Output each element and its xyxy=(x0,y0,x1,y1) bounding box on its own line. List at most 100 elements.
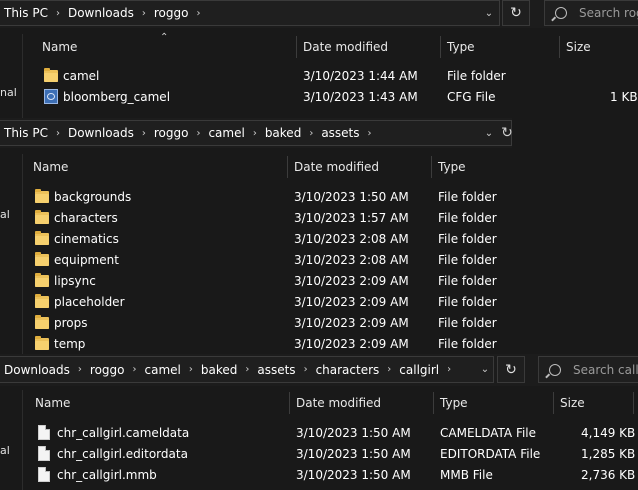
folder-row[interactable]: temp 3/10/2023 2:09 AM File folder xyxy=(24,333,512,354)
folder-icon xyxy=(35,272,49,287)
column-divider[interactable] xyxy=(553,392,554,414)
nav-pane-divider[interactable] xyxy=(22,34,23,118)
column-header-type[interactable]: Type xyxy=(440,390,468,416)
breadcrumb-roggo[interactable]: roggo xyxy=(90,363,125,377)
date-modified: 3/10/2023 2:08 AM xyxy=(294,252,409,267)
column-divider[interactable] xyxy=(287,156,288,178)
file-name: chr_callgirl.mmb xyxy=(57,467,157,482)
chevron-right-icon[interactable]: › xyxy=(387,364,391,375)
search-icon xyxy=(555,7,567,19)
folder-icon xyxy=(35,209,49,224)
address-bar[interactable]: This PC › Downloads › roggo › xyxy=(0,0,500,26)
date-modified: 3/10/2023 2:08 AM xyxy=(294,231,409,246)
folder-name: lipsync xyxy=(54,273,96,288)
folder-icon xyxy=(35,314,49,329)
chevron-right-icon[interactable]: › xyxy=(142,128,146,139)
folder-icon xyxy=(35,293,49,308)
refresh-icon[interactable]: ↻ xyxy=(496,120,512,146)
nav-pane-label[interactable]: al xyxy=(0,208,22,221)
breadcrumb-baked[interactable]: baked xyxy=(265,126,302,140)
address-row: This PC › Downloads › roggo › ⌄ ↻ Search… xyxy=(0,0,638,28)
row-icon xyxy=(35,333,49,354)
chevron-right-icon[interactable]: › xyxy=(56,8,60,19)
column-header-name[interactable]: Name xyxy=(33,154,68,180)
chevron-right-icon[interactable]: › xyxy=(253,128,257,139)
nav-pane-label[interactable]: nal xyxy=(0,86,22,99)
file-name: bloomberg_camel xyxy=(63,89,171,104)
column-header-date-modified[interactable]: Date modified xyxy=(296,390,381,416)
column-divider[interactable] xyxy=(296,36,297,58)
file-row[interactable]: chr_callgirl.mmb 3/10/2023 1:50 AM MMB F… xyxy=(24,464,638,485)
chevron-right-icon[interactable]: › xyxy=(447,364,451,375)
breadcrumb-downloads[interactable]: Downloads xyxy=(68,126,134,140)
file-row[interactable]: camel 3/10/2023 1:44 AM File folder xyxy=(24,65,638,86)
column-header-type[interactable]: Type xyxy=(447,34,475,60)
folder-row[interactable]: characters 3/10/2023 1:57 AM File folder xyxy=(24,207,512,228)
breadcrumb-downloads[interactable]: Downloads xyxy=(4,363,70,377)
breadcrumb-this-pc[interactable]: This PC xyxy=(4,126,48,140)
breadcrumb-roggo[interactable]: roggo xyxy=(154,126,189,140)
folder-row[interactable]: placeholder 3/10/2023 2:09 AM File folde… xyxy=(24,291,512,312)
file-name: chr_callgirl.editordata xyxy=(57,446,188,461)
breadcrumb-downloads[interactable]: Downloads xyxy=(68,6,134,20)
chevron-right-icon[interactable]: › xyxy=(133,364,137,375)
nav-pane-label[interactable]: al xyxy=(0,444,22,457)
chevron-right-icon[interactable]: › xyxy=(245,364,249,375)
column-header-size[interactable]: Size xyxy=(560,390,585,416)
chevron-right-icon[interactable]: › xyxy=(142,8,146,19)
breadcrumb-roggo[interactable]: roggo xyxy=(154,6,189,20)
address-dropdown-icon[interactable]: ⌄ xyxy=(478,0,500,26)
nav-pane-divider[interactable] xyxy=(22,154,23,354)
breadcrumb-this-pc[interactable]: This PC xyxy=(4,6,48,20)
column-header-size[interactable]: Size xyxy=(566,34,591,60)
chevron-right-icon[interactable]: › xyxy=(189,364,193,375)
file-row[interactable]: bloomberg_camel 3/10/2023 1:43 AM CFG Fi… xyxy=(24,86,638,107)
breadcrumb-assets[interactable]: assets xyxy=(321,126,359,140)
file-row[interactable]: chr_callgirl.editordata 3/10/2023 1:50 A… xyxy=(24,443,638,464)
breadcrumb-characters[interactable]: characters xyxy=(316,363,380,377)
column-divider[interactable] xyxy=(431,156,432,178)
column-header-name[interactable]: Name xyxy=(42,34,77,60)
refresh-button[interactable]: ↻ xyxy=(497,356,525,383)
date-modified: 3/10/2023 2:09 AM xyxy=(294,294,409,309)
search-box[interactable]: Search rogg xyxy=(544,0,638,26)
folder-row[interactable]: lipsync 3/10/2023 2:09 AM File folder xyxy=(24,270,512,291)
chevron-right-icon[interactable]: › xyxy=(368,128,372,139)
column-divider[interactable] xyxy=(289,392,290,414)
breadcrumb-camel[interactable]: camel xyxy=(145,363,181,377)
column-header-date-modified[interactable]: Date modified xyxy=(303,34,388,60)
column-divider[interactable] xyxy=(559,36,560,58)
file-row[interactable]: chr_callgirl.cameldata 3/10/2023 1:50 AM… xyxy=(24,422,638,443)
chevron-right-icon[interactable]: › xyxy=(78,364,82,375)
address-dropdown-icon[interactable]: ⌄ xyxy=(474,356,496,382)
chevron-right-icon[interactable]: › xyxy=(56,128,60,139)
column-header-type[interactable]: Type xyxy=(438,154,466,180)
row-icon xyxy=(35,291,49,312)
breadcrumb-baked[interactable]: baked xyxy=(201,363,238,377)
row-icon xyxy=(38,464,50,485)
column-divider[interactable] xyxy=(633,392,634,414)
chevron-right-icon[interactable]: › xyxy=(196,8,200,19)
breadcrumb-camel[interactable]: camel xyxy=(208,126,244,140)
folder-row[interactable]: cinematics 3/10/2023 2:08 AM File folder xyxy=(24,228,512,249)
column-header-name[interactable]: Name xyxy=(35,390,70,416)
chevron-right-icon[interactable]: › xyxy=(196,128,200,139)
chevron-right-icon[interactable]: › xyxy=(309,128,313,139)
column-divider[interactable] xyxy=(433,392,434,414)
nav-pane-divider[interactable] xyxy=(22,390,23,490)
folder-row[interactable]: equipment 3/10/2023 2:08 AM File folder xyxy=(24,249,512,270)
search-box[interactable]: Search callg xyxy=(538,356,638,383)
chevron-right-icon[interactable]: › xyxy=(304,364,308,375)
breadcrumb-callgirl[interactable]: callgirl xyxy=(399,363,439,377)
date-modified: 3/10/2023 1:50 AM xyxy=(296,467,411,482)
column-divider[interactable] xyxy=(440,36,441,58)
breadcrumb-assets[interactable]: assets xyxy=(257,363,295,377)
date-modified: 3/10/2023 2:09 AM xyxy=(294,336,409,351)
column-header-date-modified[interactable]: Date modified xyxy=(294,154,379,180)
address-bar[interactable]: Downloads › roggo › camel › baked › asse… xyxy=(0,356,494,383)
refresh-button[interactable]: ↻ xyxy=(502,0,530,26)
folder-row[interactable]: props 3/10/2023 2:09 AM File folder xyxy=(24,312,512,333)
folder-row[interactable]: backgrounds 3/10/2023 1:50 AM File folde… xyxy=(24,186,512,207)
row-icon xyxy=(38,443,50,464)
address-bar[interactable]: This PC › Downloads › roggo › camel › ba… xyxy=(0,120,512,146)
